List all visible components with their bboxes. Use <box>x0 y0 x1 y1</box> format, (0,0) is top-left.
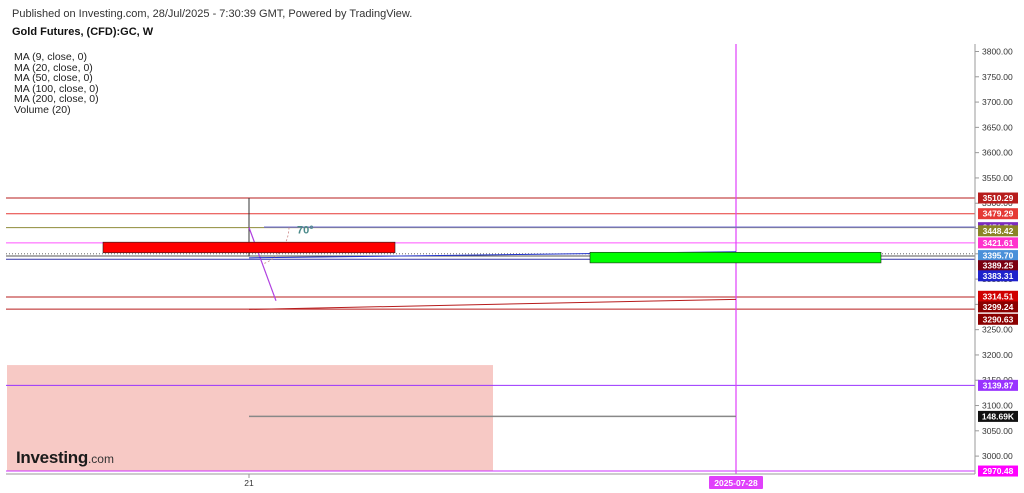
price-tag-label: 3383.31 <box>983 271 1014 281</box>
y-tick-label: 3700.00 <box>982 97 1013 107</box>
y-tick-label: 3000.00 <box>982 451 1013 461</box>
y-tick-label: 3550.00 <box>982 173 1013 183</box>
x-label-date: 2025-07-28 <box>714 478 758 488</box>
y-tick-label: 3050.00 <box>982 426 1013 436</box>
angle-label: 70° <box>297 225 314 237</box>
angle-line[interactable] <box>248 227 277 302</box>
x-label-week: 21 <box>244 478 254 488</box>
price-chart[interactable]: 70° 3000.003050.003100.003150.003200.003… <box>0 0 1024 493</box>
price-tag-label: 3139.87 <box>983 380 1014 390</box>
investing-logo: Investing.com <box>16 448 114 468</box>
price-tag-label: 3290.63 <box>983 314 1014 324</box>
price-tag-label: 3314.51 <box>983 291 1014 301</box>
price-tag-label: 3448.42 <box>983 226 1014 236</box>
y-tick-label: 3250.00 <box>982 325 1013 335</box>
price-tag-label: 3299.24 <box>983 302 1014 312</box>
logo-suffix: .com <box>87 452 114 466</box>
y-tick-label: 3100.00 <box>982 401 1013 411</box>
price-tag-label: 3510.29 <box>983 193 1014 203</box>
bullish-candle[interactable] <box>589 251 882 264</box>
price-tag-label: 3421.61 <box>983 238 1014 248</box>
trend-line-red[interactable] <box>248 298 737 310</box>
y-tick-label: 3650.00 <box>982 122 1013 132</box>
y-tick-label: 3800.00 <box>982 47 1013 57</box>
price-tag-label: 2970.48 <box>983 466 1014 476</box>
y-tick-label: 3600.00 <box>982 148 1013 158</box>
y-tick-label: 3750.00 <box>982 72 1013 82</box>
price-tag-label: 148.69K <box>982 411 1015 421</box>
bearish-candle[interactable] <box>102 241 396 254</box>
price-tag-label: 3389.25 <box>983 261 1014 271</box>
y-tick-label: 3200.00 <box>982 350 1013 360</box>
logo-name: Investing <box>16 448 88 467</box>
price-tag-label: 3395.70 <box>983 251 1014 261</box>
price-tag-label: 3479.29 <box>983 209 1014 219</box>
